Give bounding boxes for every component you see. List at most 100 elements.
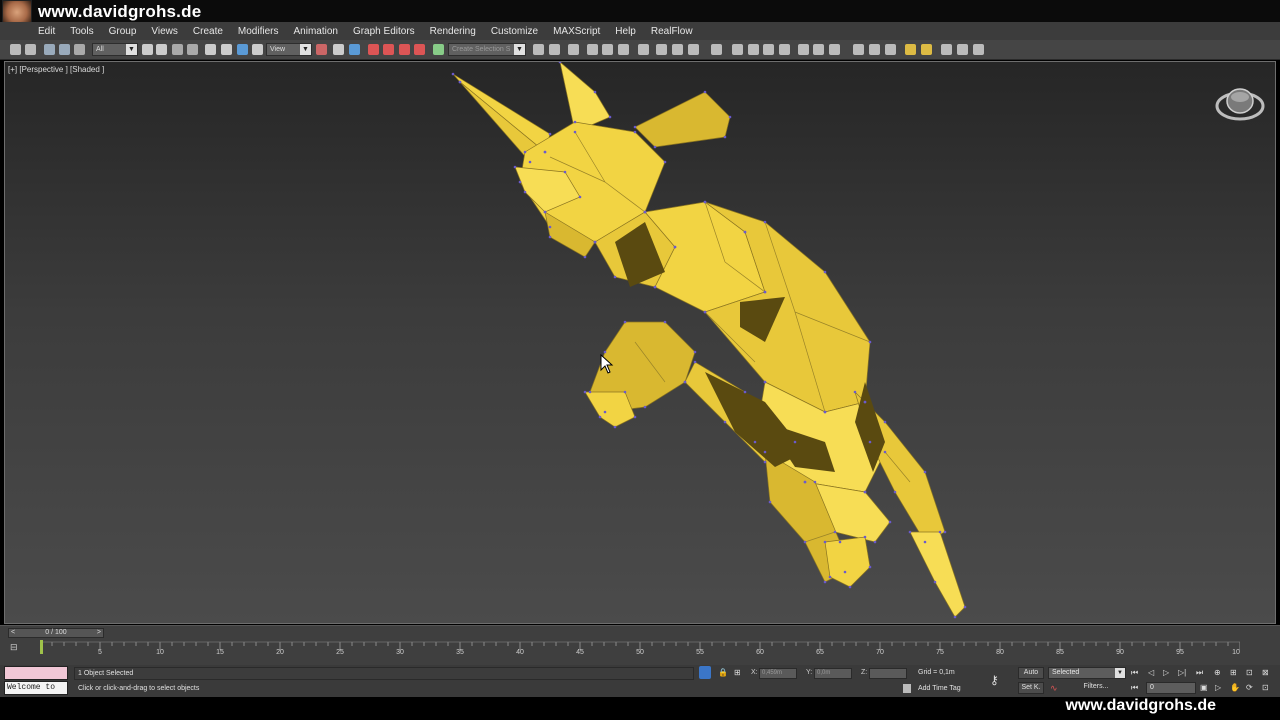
time-slider-next[interactable]: > [97, 629, 101, 637]
plugin-icon-7[interactable] [853, 44, 864, 55]
next-frame-icon[interactable]: ▷| [1178, 668, 1186, 677]
named-selection-dropdown[interactable]: Create Selection S ▼ [448, 43, 526, 56]
pivot-point-icon[interactable] [316, 44, 327, 55]
plugin-icon-2[interactable] [763, 44, 774, 55]
realflow-icon[interactable] [711, 44, 722, 55]
plugin-icon-14[interactable] [973, 44, 984, 55]
plugin-icon-8[interactable] [869, 44, 880, 55]
plugin-icon-12[interactable] [941, 44, 952, 55]
zoom-icon[interactable]: ⊕ [1214, 668, 1221, 677]
y-field[interactable]: 0,0m [814, 668, 852, 679]
edit-named-selection-icon[interactable] [433, 44, 444, 55]
goto-end-icon[interactable]: ⏭ [1196, 668, 1203, 678]
select-by-name-icon[interactable] [156, 44, 167, 55]
scale-icon[interactable] [237, 44, 248, 55]
time-tag-icon[interactable] [903, 684, 911, 693]
unlink-icon[interactable] [59, 44, 70, 55]
auto-key-button[interactable]: Auto [1018, 667, 1044, 679]
place-icon[interactable] [252, 44, 263, 55]
move-icon[interactable] [205, 44, 216, 55]
menu-create[interactable]: Create [193, 26, 223, 37]
time-slider-prev[interactable]: < [11, 629, 15, 637]
key-curve-icon[interactable]: ∿ [1050, 683, 1058, 694]
select-and-link-icon[interactable] [44, 44, 55, 55]
plugin-icon-10[interactable] [905, 44, 916, 55]
menu-help[interactable]: Help [615, 26, 636, 37]
selection-region-icon[interactable] [172, 44, 183, 55]
plugin-icon-6[interactable] [829, 44, 840, 55]
viewcube-icon[interactable] [1215, 84, 1265, 124]
percent-snap-icon[interactable] [399, 44, 410, 55]
mirror-icon[interactable] [533, 44, 544, 55]
graphite-ribbon-icon[interactable] [587, 44, 598, 55]
select-object-icon[interactable] [142, 44, 153, 55]
absolute-mode-icon[interactable]: ⊞ [734, 668, 741, 677]
plugin-icon-3[interactable] [779, 44, 790, 55]
goto-start-icon[interactable]: ⏮ [1131, 668, 1138, 678]
perspective-viewport[interactable]: [+] [Perspective ] [Shaded ] [4, 61, 1276, 624]
pan-icon[interactable]: ▷ [1215, 683, 1221, 692]
field-of-view-icon[interactable]: ▣ [1200, 683, 1208, 692]
add-time-tag[interactable]: Add Time Tag [918, 685, 961, 692]
menu-rendering[interactable]: Rendering [430, 26, 476, 37]
menu-customize[interactable]: Customize [491, 26, 538, 37]
plugin-icon-4[interactable] [798, 44, 809, 55]
dot-icon[interactable] [732, 44, 743, 55]
zoom-extents-all-icon[interactable]: ⊠ [1262, 668, 1269, 677]
snaps-toggle-icon[interactable] [368, 44, 379, 55]
window-crossing-icon[interactable] [187, 44, 198, 55]
welcome-text[interactable]: Welcome to [4, 681, 68, 695]
reference-coordinate-dropdown[interactable]: View ▼ [266, 43, 312, 56]
selection-filter-dropdown[interactable]: All ▼ [92, 43, 138, 56]
angle-snap-icon[interactable] [383, 44, 394, 55]
menu-views[interactable]: Views [151, 26, 178, 37]
maximize-viewport-icon[interactable]: ⊡ [1262, 683, 1269, 692]
redo-icon[interactable] [25, 44, 36, 55]
previous-frame-icon[interactable]: ◁ [1148, 668, 1154, 677]
orbit-subobject-icon[interactable]: ⟳ [1246, 683, 1253, 692]
curve-editor-icon[interactable] [602, 44, 613, 55]
menu-graph-editors[interactable]: Graph Editors [353, 26, 415, 37]
isolate-selection-icon[interactable] [699, 666, 711, 679]
render-icon[interactable] [688, 44, 699, 55]
current-frame-marker[interactable] [40, 640, 43, 654]
spinner-snap-icon[interactable] [414, 44, 425, 55]
zoom-all-icon[interactable]: ⊞ [1230, 668, 1237, 677]
plugin-icon-5[interactable] [813, 44, 824, 55]
set-key-button[interactable]: Set K. [1018, 682, 1044, 694]
filters-button[interactable]: Filters... [1068, 682, 1124, 694]
bull-mesh-model[interactable] [5, 62, 1276, 624]
menu-animation[interactable]: Animation [293, 26, 337, 37]
keyboard-shortcut-override-icon[interactable] [349, 44, 360, 55]
layer-manager-icon[interactable] [568, 44, 579, 55]
plugin-icon-1[interactable] [748, 44, 759, 55]
menu-edit[interactable]: Edit [38, 26, 55, 37]
menu-group[interactable]: Group [109, 26, 137, 37]
align-icon[interactable] [549, 44, 560, 55]
menu-realflow[interactable]: RealFlow [651, 26, 693, 37]
menu-tools[interactable]: Tools [70, 26, 93, 37]
plugin-icon-11[interactable] [921, 44, 932, 55]
plugin-icon-13[interactable] [957, 44, 968, 55]
play-icon[interactable]: ▷ [1163, 668, 1169, 677]
menu-maxscript[interactable]: MAXScript [553, 26, 600, 37]
x-field[interactable]: 0,459m [759, 668, 797, 679]
plugin-icon-9[interactable] [885, 44, 896, 55]
orbit-icon[interactable]: ✋ [1230, 683, 1240, 692]
z-field[interactable] [869, 668, 907, 679]
time-slider[interactable]: < 0 / 100 > [8, 628, 104, 638]
schematic-view-icon[interactable] [618, 44, 629, 55]
menu-modifiers[interactable]: Modifiers [238, 26, 279, 37]
rotate-icon[interactable] [221, 44, 232, 55]
undo-icon[interactable] [10, 44, 21, 55]
key-mode-icon[interactable]: ⏮ [1131, 683, 1138, 693]
zoom-extents-icon[interactable]: ⊡ [1246, 668, 1253, 677]
maxscript-listener-mini[interactable] [4, 666, 68, 680]
rendered-frame-icon[interactable] [672, 44, 683, 55]
select-manipulate-icon[interactable] [333, 44, 344, 55]
render-setup-icon[interactable] [656, 44, 667, 55]
track-bar[interactable]: 5 10 15 20 25 30 35 40 45 50 55 60 65 70 75 80 85 90 95 100 [40, 640, 1240, 664]
mini-curve-editor-icon[interactable]: ⊟ [10, 642, 18, 653]
current-frame-field[interactable]: 0 [1146, 682, 1196, 694]
lock-icon[interactable]: 🔒 [718, 668, 728, 677]
